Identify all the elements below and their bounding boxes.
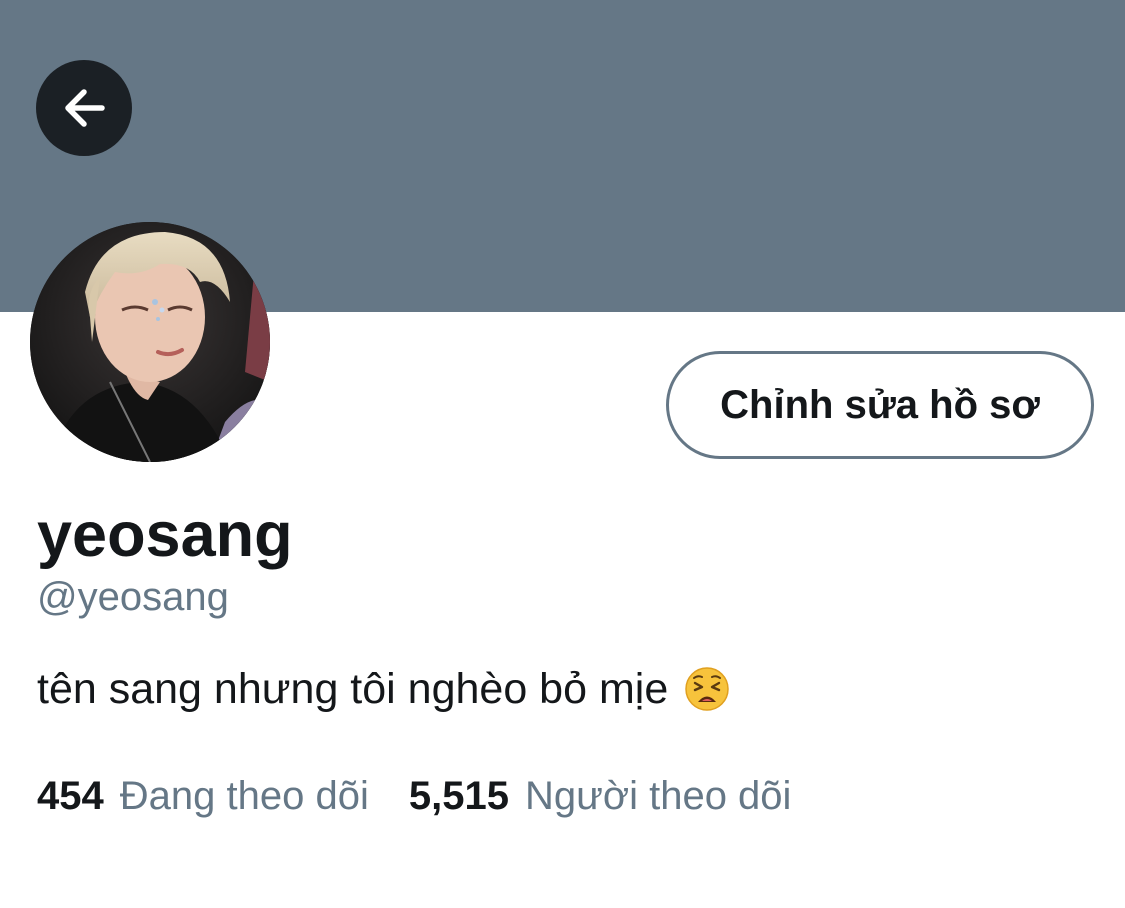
weary-face-icon: [684, 666, 730, 712]
followers-count: 5,515: [408, 774, 509, 818]
followers-stat[interactable]: 5,515 Người theo dõi: [409, 772, 792, 820]
following-label: Đang theo dõi: [119, 774, 369, 818]
follow-stats: 454 Đang theo dõi 5,515 Người theo dõi: [37, 772, 791, 820]
bio: tên sang nhưng tôi nghèo bỏ mịe: [37, 664, 730, 714]
following-count: 454: [37, 774, 104, 818]
followers-label: Người theo dõi: [524, 774, 792, 818]
username-handle: @yeosang: [37, 575, 229, 619]
avatar[interactable]: [30, 222, 270, 462]
following-stat[interactable]: 454 Đang theo dõi: [37, 772, 369, 820]
back-button[interactable]: [36, 60, 132, 156]
bio-text: tên sang nhưng tôi nghèo bỏ mịe: [37, 665, 669, 713]
edit-profile-button[interactable]: Chỉnh sửa hồ sơ: [666, 351, 1094, 459]
display-name: yeosang: [37, 500, 293, 570]
arrow-left-icon: [58, 82, 110, 134]
